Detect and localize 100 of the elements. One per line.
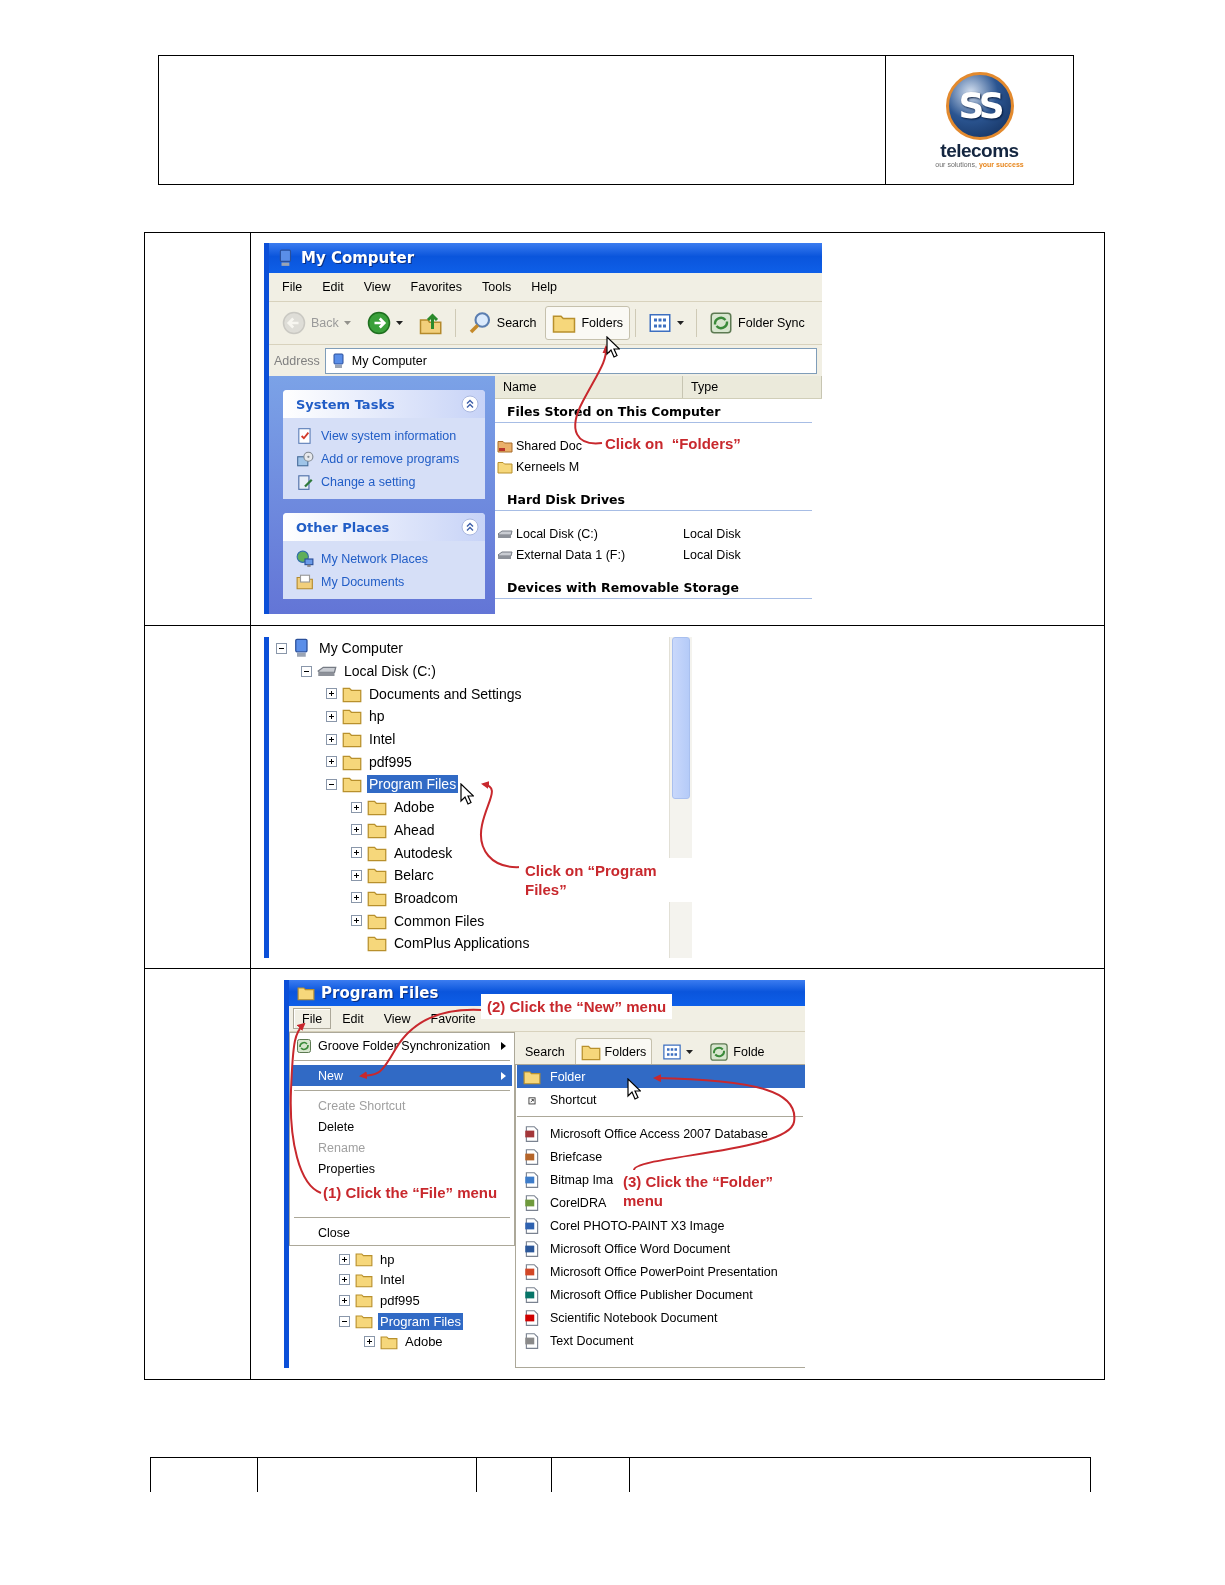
menu-item[interactable]: Microsoft Office Access 2007 Database (517, 1122, 772, 1145)
folder-icon (355, 1291, 373, 1310)
menu-item[interactable]: Microsoft Office Word Document (517, 1237, 735, 1260)
tree-item[interactable]: Broadcom (392, 888, 460, 907)
menu-item[interactable]: Close (292, 1222, 512, 1243)
task-link[interactable]: My Documents (296, 572, 477, 591)
callout-text: Click on “Folders” (605, 434, 741, 453)
address-field[interactable]: My Computer (324, 347, 817, 374)
file-icon (523, 1308, 541, 1327)
explorer-item[interactable]: Kerneels M (497, 458, 580, 475)
tree-item[interactable]: Common Files (392, 911, 487, 930)
menu-item[interactable]: Properties (292, 1158, 512, 1179)
tree-item[interactable]: Adobe (403, 1333, 445, 1351)
collapse-icon[interactable] (301, 665, 312, 677)
tree-item[interactable]: Intel (367, 730, 398, 749)
tree-item[interactable]: pdf995 (378, 1292, 422, 1309)
sync-button[interactable]: Folder Sync (702, 306, 812, 340)
file-icon (523, 1331, 541, 1350)
menu-item[interactable]: View (354, 276, 400, 298)
file-icon (523, 1262, 541, 1281)
menu-item[interactable]: Microsoft Office PowerPoint Presentation (517, 1260, 782, 1283)
expand-icon[interactable] (351, 869, 362, 881)
menu-item[interactable]: Help (522, 276, 566, 298)
sync-button[interactable]: Folde (703, 1038, 771, 1064)
collapse-icon[interactable] (326, 778, 337, 790)
explorer-item[interactable]: External Data 1 (F:) (497, 546, 626, 563)
panel-title: System Tasks (296, 396, 395, 412)
task-link[interactable]: My Network Places (296, 549, 477, 568)
tree-item[interactable]: Ahead (392, 820, 437, 839)
menu-item[interactable]: Text Document (517, 1329, 638, 1352)
task-link[interactable]: Add or remove programs (296, 449, 477, 468)
folders-button[interactable]: Folders (574, 1038, 653, 1064)
tree-item[interactable]: ComPlus Applications (392, 934, 532, 953)
task-link[interactable]: Change a setting (296, 472, 477, 491)
expand-icon[interactable] (339, 1253, 350, 1265)
folders-button[interactable]: Folders (545, 306, 631, 340)
search-button[interactable]: Search (460, 306, 544, 340)
column-header[interactable]: Type (683, 376, 822, 398)
tree-item[interactable]: Autodesk (392, 843, 455, 862)
caret-icon (395, 321, 403, 325)
expand-icon[interactable] (339, 1274, 350, 1286)
expand-icon[interactable] (351, 847, 362, 859)
tree-item[interactable]: Belarc (392, 866, 436, 885)
menu-item[interactable]: File (293, 1008, 332, 1029)
cursor-icon (606, 336, 620, 358)
menu-item[interactable]: View (374, 1008, 420, 1029)
expand-icon[interactable] (326, 733, 337, 745)
expand-icon[interactable] (326, 710, 337, 722)
menu-item[interactable]: Scientific Notebook Document (517, 1306, 722, 1329)
tree-item[interactable]: Intel (378, 1271, 407, 1289)
caret-icon (343, 321, 351, 325)
callout-text: (3) Click the “Folder” menu (623, 1172, 775, 1210)
menu-item[interactable]: Edit (333, 1008, 373, 1029)
menu-item[interactable]: Folder (517, 1065, 805, 1088)
tree-item[interactable]: pdf995 (367, 752, 414, 771)
settings-icon (296, 472, 314, 491)
expand-icon[interactable] (351, 801, 362, 813)
menu-item[interactable]: Favorites (401, 276, 471, 298)
tree-item[interactable]: Program Files (378, 1312, 463, 1330)
explorer-item[interactable]: Shared Doc (497, 437, 582, 454)
menu-item[interactable]: New (292, 1065, 512, 1086)
menu-item[interactable]: Shortcut (517, 1088, 601, 1111)
menu-item[interactable]: Corel PHOTO-PAINT X3 Image (517, 1214, 729, 1237)
panel-title: Other Places (296, 519, 390, 535)
search-button[interactable]: Search (519, 1038, 571, 1064)
type-cell: Local Disk (683, 526, 741, 541)
logo-wordmark: telecoms (940, 140, 1019, 160)
collapse-icon[interactable] (339, 1315, 350, 1327)
menu-item[interactable]: Bitmap Ima (517, 1168, 618, 1191)
sync-icon (296, 1037, 312, 1054)
menu-item[interactable]: Delete (292, 1116, 512, 1137)
computer-icon (330, 352, 347, 369)
expand-icon[interactable] (351, 892, 362, 904)
cursor-icon (460, 783, 474, 805)
tree-item[interactable]: Program Files (367, 775, 459, 794)
menu-item[interactable]: File (273, 276, 312, 298)
tree-item[interactable]: Local Disk (C:) (342, 662, 438, 681)
tree-item[interactable]: My Computer (317, 639, 406, 658)
expand-icon[interactable] (326, 756, 337, 768)
menu-item[interactable]: Tools (473, 276, 521, 298)
menu-item[interactable]: Edit (313, 276, 353, 298)
expand-icon[interactable] (339, 1295, 350, 1306)
menu-item[interactable]: Microsoft Office Publisher Document (517, 1283, 757, 1306)
up-folder-icon (418, 311, 443, 335)
expand-icon[interactable] (364, 1336, 375, 1348)
expand-icon[interactable] (326, 688, 337, 700)
tree-item[interactable]: Adobe (392, 798, 437, 817)
explorer-item[interactable]: Local Disk (C:) (497, 525, 598, 542)
menu-item[interactable]: CorelDRA (517, 1191, 611, 1214)
task-link[interactable]: View system information (296, 426, 477, 445)
tree-item[interactable]: hp (367, 707, 387, 726)
address-label: Address (274, 353, 320, 368)
column-header[interactable]: Name (495, 376, 683, 398)
expand-icon[interactable] (351, 915, 362, 927)
tree-item[interactable]: hp (378, 1250, 397, 1268)
tree-item[interactable]: Documents and Settings (367, 684, 524, 703)
collapse-icon[interactable] (276, 642, 287, 654)
menu-item[interactable]: Briefcase (517, 1145, 607, 1168)
menu-item[interactable]: Groove Folder Synchronization (292, 1035, 512, 1056)
expand-icon[interactable] (351, 824, 362, 836)
